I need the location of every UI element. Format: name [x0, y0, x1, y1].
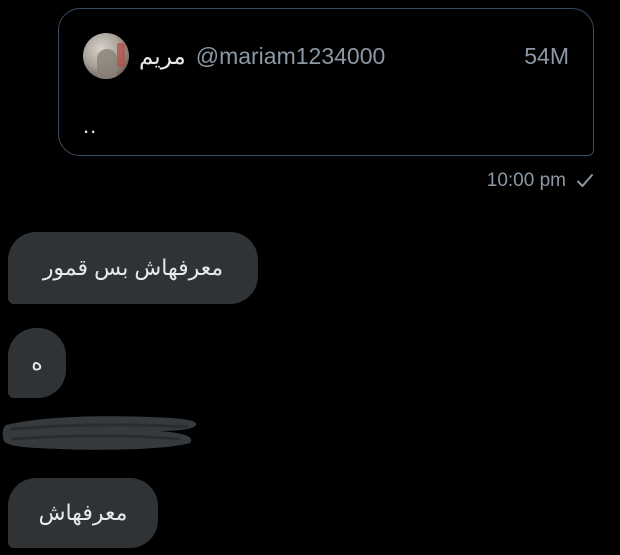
message-text: معرفهاش بس قمور — [42, 255, 224, 280]
message-bubble[interactable]: معرفهاش بس قمور — [8, 232, 258, 304]
message-meta: 10:00 pm — [487, 170, 594, 192]
check-icon — [577, 174, 593, 187]
avatar[interactable] — [83, 33, 129, 79]
quoted-tweet-text: .. — [83, 113, 98, 138]
view-count: 54M — [524, 42, 569, 69]
display-name: مريم — [139, 42, 186, 69]
message-bubble[interactable]: معرفهاش — [8, 478, 158, 548]
message-text: معرفهاش — [38, 500, 128, 525]
message-text: ه — [31, 350, 43, 375]
message-time: 10:00 pm — [486, 170, 566, 191]
redaction-scribble — [2, 416, 197, 450]
user-handle: @mariam1234000 — [195, 42, 386, 69]
quoted-tweet-card[interactable]: مريم @mariam1234000 54M .. — [58, 8, 594, 156]
message-bubble[interactable]: ه — [8, 328, 66, 398]
quoted-tweet-header: مريم @mariam1234000 54M — [83, 31, 569, 81]
